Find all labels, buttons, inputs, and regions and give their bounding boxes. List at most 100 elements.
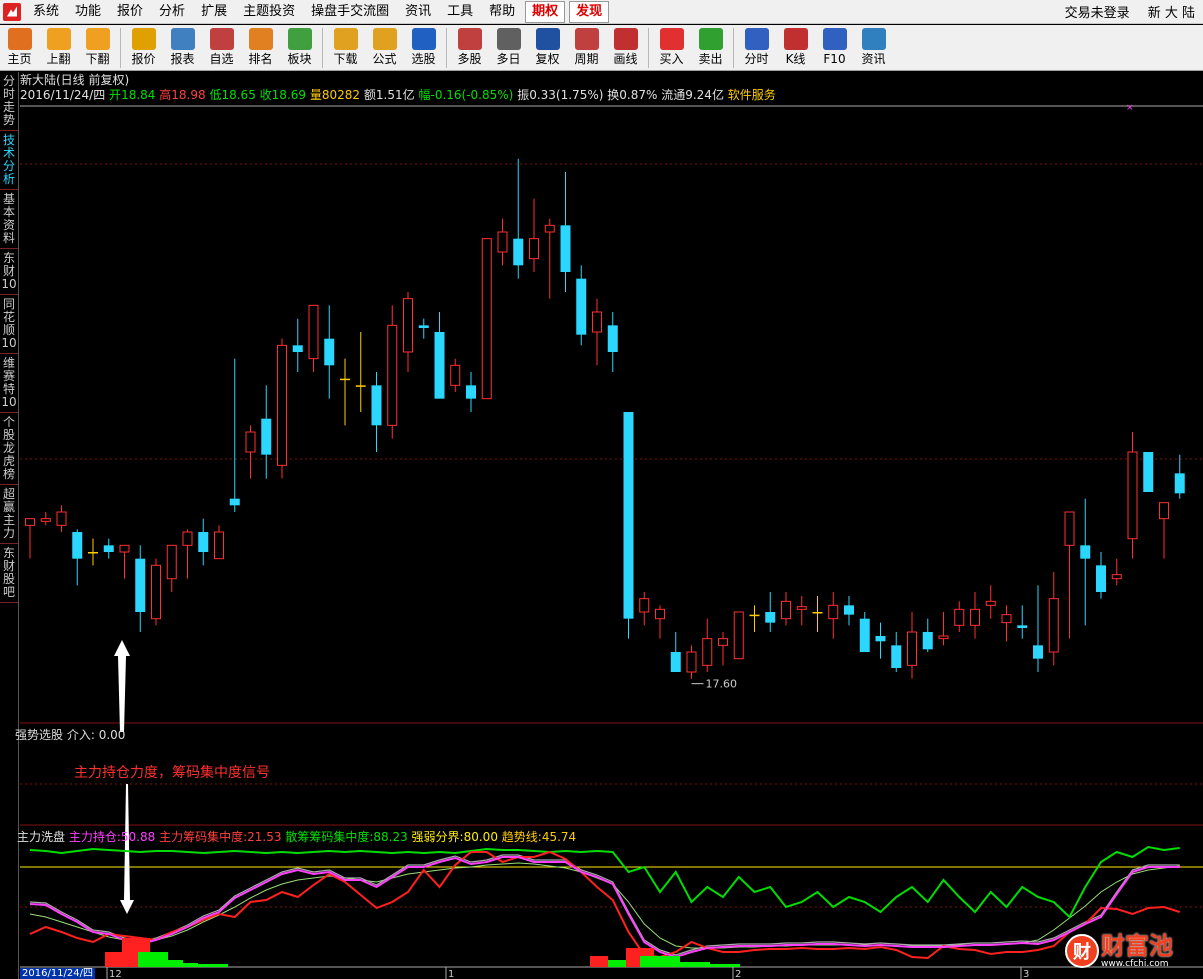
toolbar-intraday-button[interactable]: 分时: [737, 25, 776, 71]
toolbar-label: 选股: [411, 52, 436, 66]
f10-icon: [822, 28, 847, 50]
toolbar-restore-right-button[interactable]: 复权: [528, 25, 567, 71]
candle-body-up: [481, 238, 492, 400]
axis-tick-label: 2: [735, 969, 741, 979]
toolbar-formula-button[interactable]: 公式: [365, 25, 404, 71]
candle-body-down: [1033, 645, 1043, 659]
toolbar-f10-button[interactable]: F10: [815, 25, 854, 71]
toolbar-separator: [120, 28, 121, 68]
chart-area[interactable]: 12 1 2 3 17.60 × 新大陆(日线 前复权) 2016/11/24/四 开18…: [15, 72, 1203, 979]
toolbar-label: 排名: [248, 52, 273, 66]
candle-body-down: [1143, 452, 1154, 492]
candle-body-up: [56, 511, 67, 526]
histogram-bar: [710, 964, 740, 967]
menu-system[interactable]: 系统: [25, 0, 67, 24]
home-icon: [7, 28, 32, 50]
candle-body-down: [765, 612, 776, 623]
candle-body-up: [702, 638, 713, 666]
toolbar-f6-button[interactable]: 自选: [202, 25, 241, 71]
main-concentration-value: 21.53: [247, 830, 282, 844]
toolbar-blocks-button[interactable]: 板块: [280, 25, 319, 71]
candle-body-up: [1111, 574, 1122, 580]
float-label: 流通: [661, 88, 686, 102]
candle-body-up: [828, 604, 839, 620]
candle-body-up: [214, 531, 224, 560]
candle-body-down: [371, 385, 382, 426]
sidebar-tab-5[interactable]: 维赛特10: [0, 354, 18, 413]
toolbar-label: 分时: [744, 52, 769, 66]
sidebar-tab-7[interactable]: 超赢主力: [0, 485, 18, 544]
sidebar-tab-8[interactable]: 东财股吧: [0, 544, 18, 603]
menu-quote[interactable]: 报价: [109, 0, 151, 24]
toolbar-news-button[interactable]: 资讯: [854, 25, 893, 71]
candle-body-down: [340, 378, 350, 381]
multi-stock-icon: [457, 28, 482, 50]
toolbar-sell-button[interactable]: 卖出: [691, 25, 730, 71]
axis-tick-label: 3: [1023, 969, 1029, 979]
candle-body-up: [544, 224, 555, 233]
toolbar-multi-stock-button[interactable]: 多股: [450, 25, 489, 71]
toolbar-label: 板块: [287, 52, 312, 66]
download-icon: [333, 28, 358, 50]
menu-trader-circle[interactable]: 操盘手交流圈: [303, 0, 397, 24]
candle-body-up: [166, 544, 177, 580]
candle-body-up: [1048, 598, 1059, 653]
industry-link[interactable]: 软件服务: [728, 88, 776, 102]
candle-body-up: [1159, 502, 1169, 520]
open-value: 18.84: [121, 88, 156, 102]
candle-body-up: [1001, 614, 1012, 624]
menu-theme-invest[interactable]: 主题投资: [235, 0, 303, 24]
sidebar-tab-0[interactable]: 分时走势: [0, 72, 18, 131]
menu-discover[interactable]: 发现: [569, 0, 610, 23]
toolbar-label: F10: [823, 52, 846, 66]
change-value: -0.16(-0.85%): [430, 88, 514, 102]
sidebar-tab-3[interactable]: 东财10: [0, 249, 18, 295]
strength-line-value: 80.00: [463, 830, 498, 844]
menu-analysis[interactable]: 分析: [151, 0, 193, 24]
ranking-icon: [248, 28, 273, 50]
menu-help[interactable]: 帮助: [481, 0, 523, 24]
toolbar-table-button[interactable]: 报表: [163, 25, 202, 71]
sell-icon: [698, 28, 723, 50]
menu-function[interactable]: 功能: [67, 0, 109, 24]
retail-concentration-label: 散筹筹码集中度:: [285, 830, 374, 844]
watermark-logo-icon: 财: [1065, 933, 1099, 968]
histogram-bar: [183, 963, 198, 967]
menu-extend[interactable]: 扩展: [193, 0, 235, 24]
toolbar-kline-button[interactable]: K线: [776, 25, 815, 71]
menu-tools[interactable]: 工具: [439, 0, 481, 24]
toolbar-download-button[interactable]: 下载: [326, 25, 365, 71]
app-logo-icon[interactable]: [3, 2, 21, 21]
sidebar-tab-4[interactable]: 同花顺10: [0, 295, 18, 354]
draw-line-icon: [613, 28, 638, 50]
candle-body-down: [466, 385, 476, 399]
blocks-icon: [287, 28, 312, 50]
toolbar-multi-day-button[interactable]: 多日: [489, 25, 528, 71]
toolbar-label: 下翻: [85, 52, 110, 66]
toolbar-buy-button[interactable]: 买入: [652, 25, 691, 71]
toolbar-draw-line-button[interactable]: 画线: [606, 25, 645, 71]
trend-line-value: 45.74: [541, 830, 577, 844]
candle-body-up: [733, 611, 744, 660]
candle-body-down: [229, 498, 240, 506]
toolbar-stock-select-button[interactable]: 选股: [404, 25, 443, 71]
toolbar-down-arrow-button[interactable]: 下翻: [78, 25, 117, 71]
open-label: 开: [109, 88, 122, 102]
toolbar-f8-button[interactable]: 周期: [567, 25, 606, 71]
watermark: 财 财富池 www.cfchi.com: [1065, 922, 1203, 979]
toolbar-ranking-button[interactable]: 排名: [241, 25, 280, 71]
menu-options[interactable]: 期权: [525, 0, 566, 23]
candle-body-up: [25, 518, 35, 526]
sidebar-tab-1[interactable]: 技术分析: [0, 131, 18, 190]
toolbar-yen-button[interactable]: 报价: [124, 25, 163, 71]
toolbar-label: K线: [785, 52, 806, 66]
sidebar-tab-6[interactable]: 个股龙虎榜: [0, 413, 18, 485]
toolbar-home-button[interactable]: 主页: [0, 25, 39, 71]
candle-body-down: [623, 412, 634, 619]
menu-news[interactable]: 资讯: [397, 0, 439, 24]
annotation-arrow-down: [120, 784, 134, 914]
login-status[interactable]: 交易未登录: [1065, 6, 1130, 21]
toolbar-up-arrow-button[interactable]: 上翻: [39, 25, 78, 71]
candle-body-down: [812, 612, 823, 614]
sidebar-tab-2[interactable]: 基本资料: [0, 190, 18, 249]
